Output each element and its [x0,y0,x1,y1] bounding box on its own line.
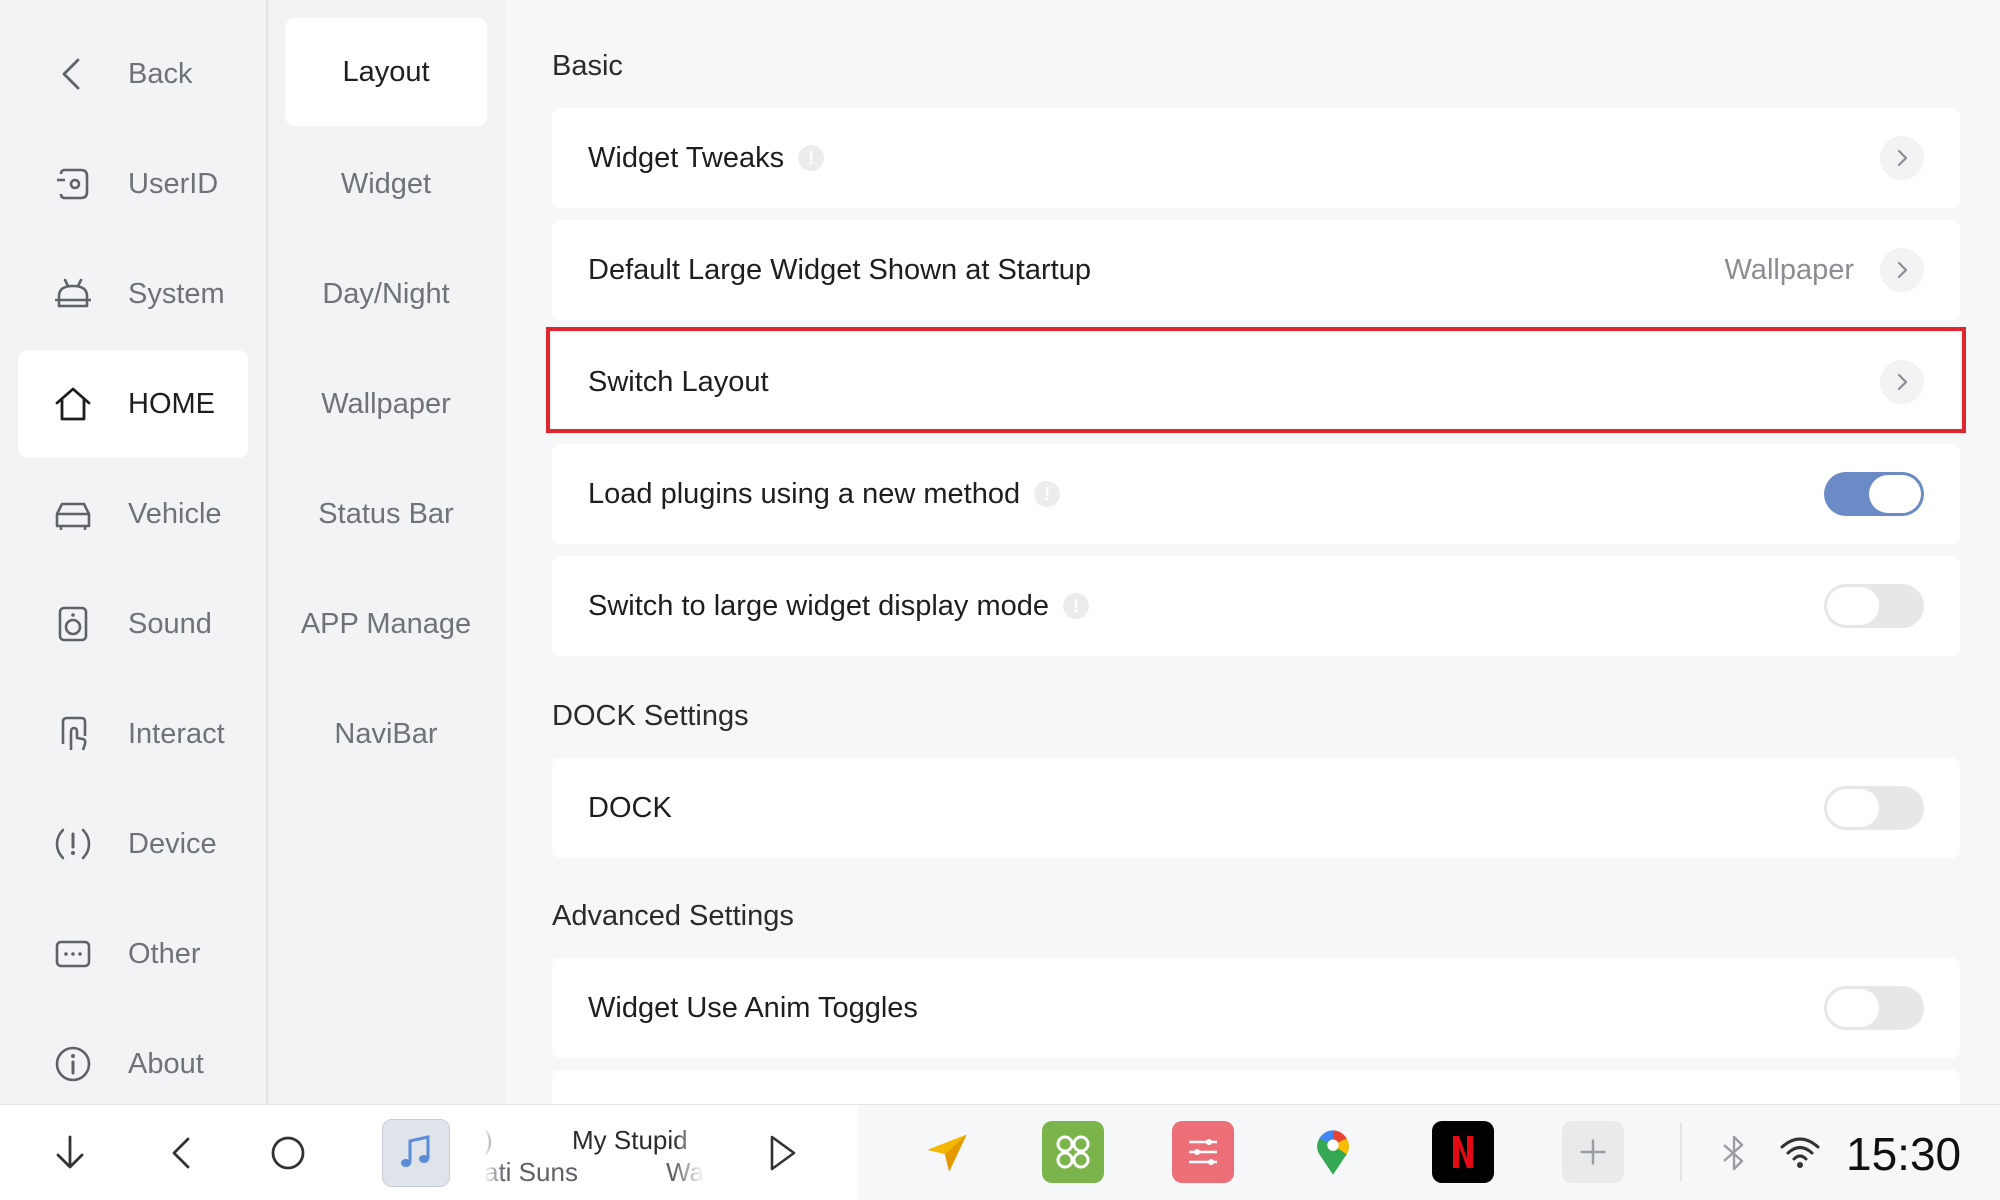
widget-anim-toggle[interactable] [1824,986,1924,1030]
large-widget-mode-toggle[interactable] [1824,584,1924,628]
nav-item-vehicle[interactable]: Vehicle [18,460,248,568]
app-dock [858,1105,2000,1200]
status-clock: 15:30 [1846,1128,1962,1180]
nav-item-userid[interactable]: UserID [18,130,248,238]
more-icon [18,934,128,974]
chevron-left-icon [18,54,128,94]
subnav-item-status-bar[interactable]: Status Bar [285,460,487,568]
nav-item-label: HOME [128,387,215,420]
row-label: DOCK [588,791,672,824]
row-label: Widget Use Anim Toggles [588,991,918,1024]
row-label: Switch to large widget display mode [588,589,1050,622]
netflix-icon[interactable] [1432,1121,1494,1183]
section-title-basic: Basic [552,50,623,82]
info-icon[interactable]: ! [798,145,825,171]
status-divider [1680,1123,1682,1181]
user-id-icon [18,164,128,204]
subnav-item-navibar[interactable]: NaviBar [285,680,487,788]
load-plugins-toggle[interactable] [1824,472,1924,516]
nav-item-label: About [128,1047,204,1080]
nav-item-interact[interactable]: Interact [18,680,248,788]
wifi-icon[interactable] [1778,1129,1822,1173]
row-large-widget-mode: Switch to large widget display mode ! [552,556,1960,656]
nav-item-system[interactable]: System [18,240,248,348]
subnav-item-layout[interactable]: Layout [285,18,487,126]
play-icon[interactable] [760,1131,804,1175]
nav-item-other[interactable]: Other [18,900,248,1008]
nav-item-label: UserID [128,167,219,200]
nav-item-label: Vehicle [128,497,222,530]
speaker-icon [18,604,128,644]
highlight-box [546,327,1966,433]
maps-pin-icon[interactable] [1302,1121,1364,1183]
row-widget-tweaks[interactable]: Widget Tweaks ! [552,108,1960,208]
info-icon [18,1044,128,1084]
nav-item-label: Interact [128,717,225,750]
nav-item-label: Other [128,937,201,970]
subnav-item-widget[interactable]: Widget [285,130,487,238]
chevron-right-icon [1880,248,1924,292]
media-info[interactable]: My Stupid ) ati Suns Wa [484,1119,704,1189]
main-nav: Back UserID System HOME Vehicle Sound In… [0,0,268,1104]
section-title-dock: DOCK Settings [552,700,749,732]
apps-grid-icon[interactable] [1042,1121,1104,1183]
add-icon[interactable] [1562,1121,1624,1183]
home-circle-icon[interactable] [266,1131,310,1175]
sub-nav: Layout Widget Day/Night Wallpaper Status… [270,0,506,1104]
row-label: Default Large Widget Shown at Startup [588,253,1091,286]
android-icon [18,274,128,314]
row-default-large-widget[interactable]: Default Large Widget Shown at Startup Wa… [552,220,1960,320]
dock-toggle[interactable] [1824,786,1924,830]
navigation-arrow-icon[interactable] [916,1121,978,1183]
nav-item-about[interactable]: About [18,1010,248,1118]
subnav-item-app-manage[interactable]: APP Manage [285,570,487,678]
bluetooth-icon[interactable] [1712,1131,1756,1175]
media-title: My Stupid [572,1125,688,1155]
row-value: Wallpaper [1724,253,1854,286]
nav-item-home[interactable]: HOME [18,350,248,458]
settings-content: Basic Widget Tweaks ! Default Large Widg… [506,0,2000,1104]
row-widget-anim-toggles: Widget Use Anim Toggles [552,958,1960,1058]
nav-item-sound[interactable]: Sound [18,570,248,678]
album-art[interactable] [382,1119,450,1187]
row-load-plugins: Load plugins using a new method ! [552,444,1960,544]
touch-icon [18,714,128,754]
nav-item-label: Sound [128,607,212,640]
nav-item-label: Back [128,57,193,90]
home-icon [18,384,128,424]
row-dock: DOCK [552,758,1960,858]
row-label: Load plugins using a new method [588,477,1021,510]
row-partial [552,1070,1960,1104]
section-title-advanced: Advanced Settings [552,900,794,932]
chevron-down-icon[interactable] [48,1131,92,1175]
equalizer-icon[interactable] [1172,1121,1234,1183]
nav-item-device[interactable]: Device [18,790,248,898]
car-icon [18,494,128,534]
subnav-item-wallpaper[interactable]: Wallpaper [285,350,487,458]
back-icon[interactable] [160,1131,204,1175]
info-icon[interactable]: ! [1063,593,1090,619]
alert-icon [18,824,128,864]
chevron-right-icon [1880,136,1924,180]
row-label: Widget Tweaks [588,141,785,174]
nav-item-label: System [128,277,225,310]
nav-item-back[interactable]: Back [18,20,248,128]
bottom-bar: My Stupid ) ati Suns Wa 15:30 [0,1104,2000,1200]
music-note-icon [401,1135,430,1167]
nav-item-label: Device [128,827,217,860]
info-icon[interactable]: ! [1034,481,1061,507]
subnav-item-day-night[interactable]: Day/Night [285,240,487,348]
